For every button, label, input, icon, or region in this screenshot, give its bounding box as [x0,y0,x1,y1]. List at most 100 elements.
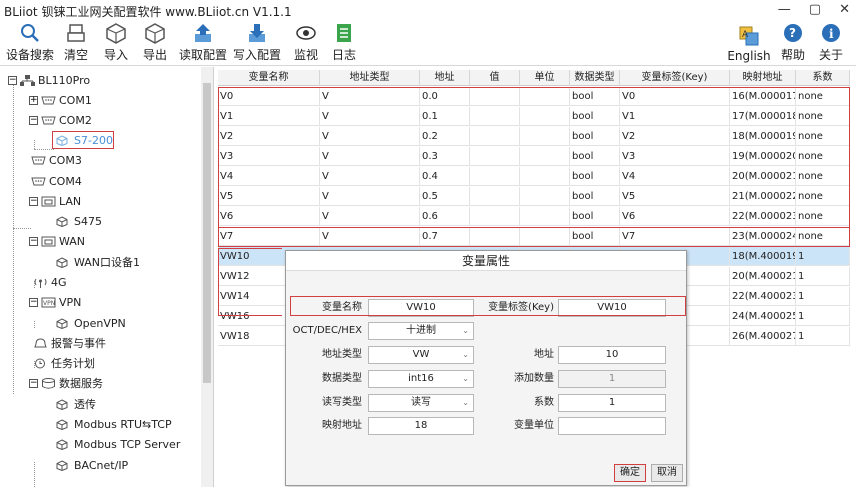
tree-node-modbus-tcp-server[interactable]: Modbus TCP Server [56,435,180,453]
tree-label-com2: COM2 [59,113,92,127]
lan-port-icon [41,196,56,207]
english-button[interactable]: A English [726,22,772,66]
tree-node-task[interactable]: 任务计划 [33,354,95,372]
tree-node-root[interactable]: − BL110Pro [8,71,90,89]
tree-node-openvpn[interactable]: OpenVPN [56,314,126,332]
tree-node-s7-200[interactable]: S7-200 [56,131,113,149]
ok-button[interactable]: 确定 [614,464,646,482]
tree-label-bacnet: BACnet/IP [74,458,129,472]
col-header-unit[interactable]: 单位 [520,70,570,86]
oct-dec-hex-label: OCT/DEC/HEX [292,325,362,336]
tree-label-s475: S475 [74,214,102,228]
cell-map-addr[interactable]: 26(M.400027) [730,327,796,346]
tree-node-4g[interactable]: 4G [33,273,67,291]
about-button[interactable]: i 关于 [816,22,846,66]
collapse-icon[interactable]: − [29,236,38,246]
col-header-key[interactable]: 变量标签(Key) [620,70,730,86]
log-button[interactable]: 日志 [328,22,360,66]
tree-label-passthrough: 透传 [74,398,96,411]
database-icon [41,377,56,389]
col-header-data-type[interactable]: 数据类型 [570,70,620,86]
cell-map-addr[interactable]: 18(M.400019) [730,247,796,266]
cell-coef[interactable]: 1 [796,267,850,286]
tree-node-com3[interactable]: COM3 [31,151,82,169]
tree-node-alarm[interactable]: 报警与事件 [33,334,106,352]
svg-text:VPN: VPN [43,300,55,307]
addr-type-select[interactable]: VW ⌄ [368,346,474,364]
coef-field[interactable]: 1 [558,394,666,412]
collapse-icon[interactable]: − [29,196,38,206]
cell-coef[interactable]: 1 [796,307,850,326]
tree-node-com2[interactable]: − COM2 [29,111,92,129]
read-config-label: 读取配置 [178,48,227,62]
map-addr-field[interactable]: 18 [368,417,474,435]
close-button[interactable]: ✕ [839,2,850,17]
chevron-down-icon: ⌄ [462,326,469,335]
tree-label-openvpn: OpenVPN [74,316,126,330]
export-icon [144,22,166,44]
highlight-name-key-fields [290,296,686,316]
tree-node-modbus-rtu-tcp[interactable]: Modbus RTU⇆TCP [56,415,172,433]
col-header-value[interactable]: 值 [470,70,520,86]
svg-text:i: i [829,27,834,41]
info-icon: i [820,22,842,44]
tree-scrollbar[interactable] [201,67,213,487]
col-header-map-addr[interactable]: 映射地址 [730,70,796,86]
clear-label: 清空 [63,48,88,62]
highlight-bool-rows [218,87,850,247]
cell-map-addr[interactable]: 24(M.400025) [730,307,796,326]
cell-coef[interactable]: 1 [796,327,850,346]
tree-node-data-service[interactable]: − 数据服务 [29,374,103,392]
tree-label-data-service: 数据服务 [59,377,103,390]
svg-text:A: A [742,30,749,40]
col-header-var-name[interactable]: 变量名称 [218,70,320,86]
tree-node-wan[interactable]: − WAN [29,232,85,250]
tree-label-4g: 4G [51,275,67,289]
addr-field[interactable]: 10 [558,346,666,364]
col-header-addr-type[interactable]: 地址类型 [320,70,420,86]
tree-node-s475[interactable]: S475 [56,212,102,230]
tree-node-lan[interactable]: − LAN [29,192,81,210]
tree-node-com4[interactable]: COM4 [31,172,82,190]
clear-button[interactable]: 清空 [60,22,92,66]
tree-scrollbar-thumb[interactable] [203,83,211,383]
collapse-icon[interactable]: − [29,378,38,388]
write-config-button[interactable]: 写入配置 [232,22,282,66]
collapse-icon[interactable]: − [29,115,38,125]
network-icon [20,74,35,86]
clock-icon [33,358,48,369]
tree-node-vpn[interactable]: − VPN VPN [29,293,81,311]
rw-type-select[interactable]: 读写 ⌄ [368,394,474,412]
cell-coef[interactable]: 1 [796,247,850,266]
monitor-button[interactable]: 监视 [290,22,322,66]
cell-coef[interactable]: 1 [796,287,850,306]
cancel-button[interactable]: 取消 [651,464,683,482]
cell-map-addr[interactable]: 20(M.400021) [730,267,796,286]
help-button[interactable]: ? 帮助 [778,22,808,66]
expand-icon[interactable]: + [29,95,38,105]
cell-map-addr[interactable]: 22(M.400023) [730,287,796,306]
read-config-button[interactable]: 读取配置 [178,22,228,66]
device-cube-icon [56,215,71,227]
oct-dec-hex-value: 十进制 [406,325,436,336]
import-button[interactable]: 导入 [100,22,132,66]
col-header-coef[interactable]: 系数 [796,70,850,86]
tree-node-passthrough[interactable]: 透传 [56,395,96,413]
addr-type-label: 地址类型 [322,349,362,360]
unit-field[interactable] [558,417,666,435]
tree-node-wan-device[interactable]: WAN口设备1 [56,253,140,271]
collapse-icon[interactable]: − [8,75,17,85]
col-header-addr[interactable]: 地址 [420,70,470,86]
device-cube-icon [56,418,71,430]
maximize-button[interactable]: ▢ [809,2,821,17]
tree-label-wan-device: WAN口设备1 [74,256,141,269]
data-type-select[interactable]: int16 ⌄ [368,370,474,388]
minimize-button[interactable]: — [778,2,791,17]
map-addr-label: 映射地址 [322,420,362,431]
tree-node-bacnet[interactable]: BACnet/IP [56,456,128,474]
collapse-icon[interactable]: − [29,297,38,307]
export-button[interactable]: 导出 [139,22,171,66]
oct-dec-hex-select[interactable]: 十进制 ⌄ [368,322,474,340]
device-search-button[interactable]: 设备搜索 [4,22,56,66]
tree-node-com1[interactable]: + COM1 [29,91,92,109]
